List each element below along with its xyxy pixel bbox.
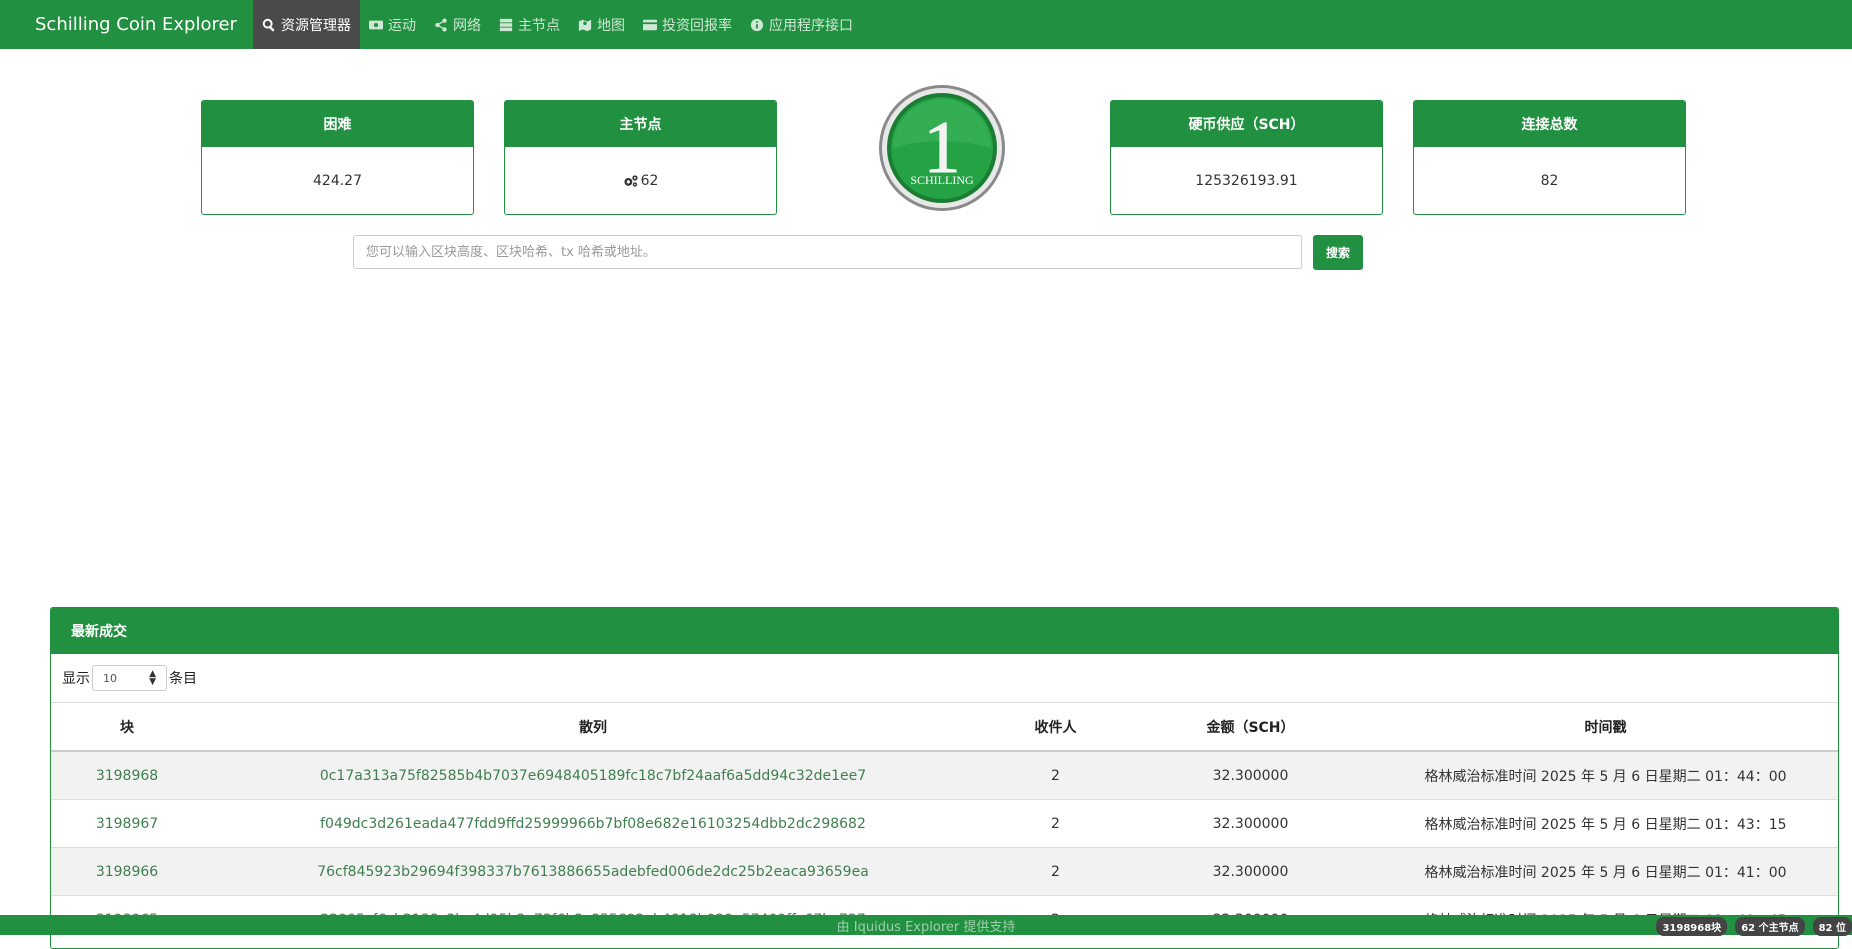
table-header-row: 块 散列 收件人 金额（SCH） 时间戳 <box>51 703 1838 752</box>
block-link[interactable]: 3198968 <box>96 768 158 784</box>
search-input[interactable] <box>353 235 1302 269</box>
block-link[interactable]: 3198966 <box>96 864 158 880</box>
col-recipients[interactable]: 收件人 <box>983 703 1128 752</box>
nav-map-label: 地图 <box>596 17 625 34</box>
connections-card: 连接总数 82 <box>1413 100 1686 215</box>
difficulty-label: 困难 <box>202 101 473 147</box>
length-value: 10 <box>103 671 117 685</box>
amount-cell: 32.300000 <box>1128 750 1373 800</box>
amount-cell: 32.300000 <box>1128 799 1373 848</box>
col-block[interactable]: 块 <box>51 703 203 752</box>
table-row: 3198966 76cf845923b29694f398337b76138866… <box>51 847 1838 896</box>
coin-text: SCHILLING <box>910 173 974 187</box>
length-prefix: 显示 <box>62 671 90 687</box>
nav-explorer-label: 资源管理器 <box>280 17 351 34</box>
nav-roi-label: 投资回报率 <box>661 17 732 34</box>
nav-masternodes-label: 主节点 <box>517 17 560 34</box>
connection-count-badge: 82 位 <box>1812 917 1852 936</box>
brand-title[interactable]: Schilling Coin Explorer <box>0 0 253 49</box>
select-arrows-icon: ▲ ▼ <box>149 669 156 687</box>
col-amount[interactable]: 金额（SCH） <box>1128 703 1373 752</box>
hash-link[interactable]: 76cf845923b29694f398337b7613886655adebfe… <box>317 864 869 880</box>
nav-explorer[interactable]: 资源管理器 <box>252 0 360 49</box>
block-count-badge: 3198968块 <box>1656 917 1728 936</box>
difficulty-card: 困难 424.27 <box>201 100 474 215</box>
server-icon <box>499 18 513 31</box>
table-row: 3198968 0c17a313a75f82585b4b7037e6948405… <box>51 750 1838 800</box>
col-timestamp[interactable]: 时间戳 <box>1373 703 1838 752</box>
supply-label: 硬币供应（SCH） <box>1111 101 1382 147</box>
supply-value: 125326193.91 <box>1195 172 1298 189</box>
schilling-coin-logo: 1 SCHILLING <box>878 84 1006 212</box>
recipients-cell: 2 <box>983 750 1128 800</box>
footer-credit[interactable]: 由 Iquidus Explorer 提供支持 <box>837 916 1016 935</box>
credit-card-icon <box>642 19 657 30</box>
masternode-count-badge: 62 个主节点 <box>1735 917 1805 936</box>
table-row: 3198967 f049dc3d261eada477fdd9ffd2599996… <box>51 799 1838 848</box>
difficulty-value: 424.27 <box>313 172 362 189</box>
length-suffix: 条目 <box>169 671 197 687</box>
nav-map[interactable]: 地图 <box>569 0 634 49</box>
share-icon <box>435 17 447 32</box>
supply-card: 硬币供应（SCH） 125326193.91 <box>1110 100 1383 215</box>
gears-icon <box>624 174 638 187</box>
nav-movement-label: 运动 <box>387 17 416 34</box>
search-button[interactable]: 搜索 <box>1313 235 1363 270</box>
nav-masternodes[interactable]: 主节点 <box>490 0 569 49</box>
col-hash[interactable]: 散列 <box>203 703 983 752</box>
nav-api-label: 应用程序接口 <box>768 17 853 34</box>
masternodes-label: 主节点 <box>505 101 776 147</box>
nav-roi[interactable]: 投资回报率 <box>634 0 741 49</box>
entries-length-control: 显示 10 ▲ ▼ 条目 <box>51 654 1838 703</box>
info-icon <box>750 18 764 31</box>
timestamp-cell: 格林威治标准时间 2025 年 5 月 6 日星期二 01：43：15 <box>1373 799 1838 848</box>
latest-transactions-title: 最新成交 <box>51 608 1838 654</box>
footer-badges: 3198968块 62 个主节点 82 位 <box>1656 917 1852 936</box>
masternodes-value: 62 <box>640 172 659 189</box>
search-icon <box>262 18 275 32</box>
latest-transactions-panel: 最新成交 显示 10 ▲ ▼ 条目 块 散列 收件人 金额（SCH） 时间戳 31… <box>50 607 1839 949</box>
nav-network[interactable]: 网络 <box>425 0 490 49</box>
nav-movement[interactable]: 运动 <box>360 0 425 49</box>
amount-cell: 32.300000 <box>1128 847 1373 896</box>
hash-link[interactable]: 0c17a313a75f82585b4b7037e6948405189fc18c… <box>320 768 866 784</box>
block-link[interactable]: 3198967 <box>96 816 158 832</box>
connections-label: 连接总数 <box>1414 101 1685 147</box>
timestamp-cell: 格林威治标准时间 2025 年 5 月 6 日星期二 01：44：00 <box>1373 750 1838 800</box>
recipients-cell: 2 <box>983 847 1128 896</box>
nav-api[interactable]: 应用程序接口 <box>741 0 862 49</box>
entries-length-select[interactable]: 10 ▲ ▼ <box>92 665 167 691</box>
masternodes-card: 主节点 62 <box>504 100 777 215</box>
money-icon <box>368 20 383 29</box>
hash-link[interactable]: f049dc3d261eada477fdd9ffd25999966b7bf08e… <box>320 816 866 832</box>
nav-network-label: 网络 <box>452 17 481 34</box>
recipients-cell: 2 <box>983 799 1128 848</box>
map-icon <box>578 19 592 31</box>
connections-value: 82 <box>1540 172 1559 189</box>
timestamp-cell: 格林威治标准时间 2025 年 5 月 6 日星期二 01：41：00 <box>1373 847 1838 896</box>
top-navbar: Schilling Coin Explorer 资源管理器 运动 网络 主节点 … <box>0 0 1852 49</box>
transactions-table: 块 散列 收件人 金额（SCH） 时间戳 3198968 0c17a313a75… <box>51 703 1838 943</box>
footer-bar: 由 Iquidus Explorer 提供支持 3198968块 62 个主节点… <box>0 915 1852 936</box>
